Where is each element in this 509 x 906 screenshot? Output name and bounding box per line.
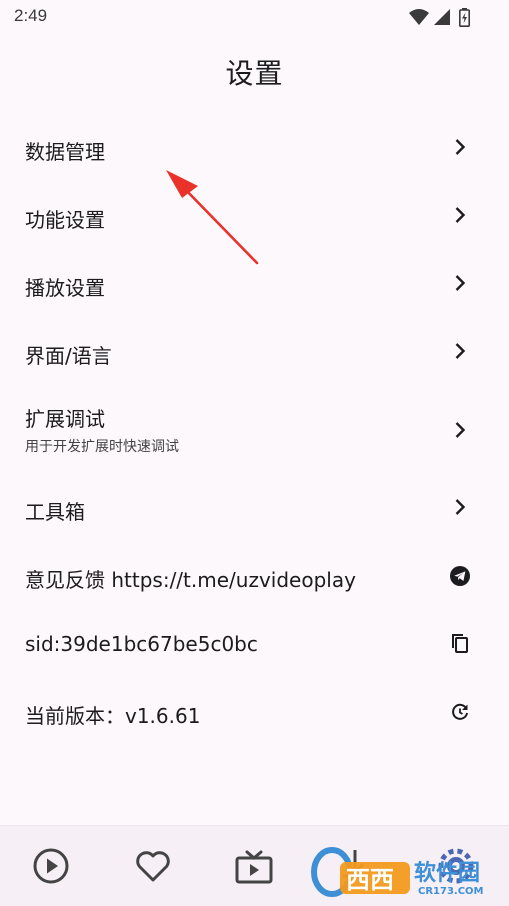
settings-item-label: 播放设置 xyxy=(25,276,105,300)
page-title: 设置 xyxy=(225,57,284,90)
copy-icon[interactable] xyxy=(448,632,472,656)
status-time: 2:49 xyxy=(14,6,48,25)
refresh-icon[interactable] xyxy=(448,700,472,724)
chevron-right-icon xyxy=(455,207,466,223)
battery-icon xyxy=(459,8,470,27)
signal-icon xyxy=(434,9,450,25)
settings-item-sid[interactable]: sid:39de1bc67be5c0bc xyxy=(0,610,509,678)
status-bar: 2:49 xyxy=(0,0,509,36)
annotation-arrow-icon xyxy=(166,170,259,265)
settings-item-label: 意见反馈 https://t.me/uzvideoplay xyxy=(25,568,356,592)
watermark-text-right: 软件园 xyxy=(414,860,480,886)
tv-icon[interactable] xyxy=(234,846,274,886)
wifi-icon xyxy=(409,9,429,25)
settings-item-extension-debug[interactable]: 扩展调试 用于开发扩展时快速调试 xyxy=(0,386,509,474)
settings-item-label: 扩展调试 xyxy=(25,407,105,431)
watermark-domain: CR173.COM xyxy=(418,886,484,897)
telegram-icon xyxy=(450,566,470,586)
chevron-right-icon xyxy=(455,139,466,155)
settings-item-version[interactable]: 当前版本：v1.6.61 xyxy=(0,678,509,746)
chevron-right-icon xyxy=(455,499,466,515)
settings-item-label: 功能设置 xyxy=(25,208,105,232)
chevron-right-icon xyxy=(455,422,466,438)
watermark-logo: 西西 软件园 CR173.COM xyxy=(311,847,484,897)
settings-item-label: 当前版本：v1.6.61 xyxy=(25,704,201,728)
chevron-right-icon xyxy=(455,275,466,291)
settings-item-interface-language[interactable]: 界面/语言 xyxy=(0,318,509,386)
heart-icon[interactable] xyxy=(133,846,173,886)
settings-item-subtitle: 用于开发扩展时快速调试 xyxy=(25,439,179,455)
settings-item-label: 界面/语言 xyxy=(25,344,112,368)
play-icon[interactable] xyxy=(31,846,71,886)
watermark-text-top: 西西 xyxy=(346,866,394,894)
settings-item-label: 工具箱 xyxy=(25,500,85,524)
settings-item-toolbox[interactable]: 工具箱 xyxy=(0,474,509,542)
settings-item-label: sid:39de1bc67be5c0bc xyxy=(25,632,258,656)
chevron-right-icon xyxy=(455,343,466,359)
settings-item-feedback[interactable]: 意见反馈 https://t.me/uzvideoplay xyxy=(0,542,509,610)
settings-item-label: 数据管理 xyxy=(25,140,105,164)
